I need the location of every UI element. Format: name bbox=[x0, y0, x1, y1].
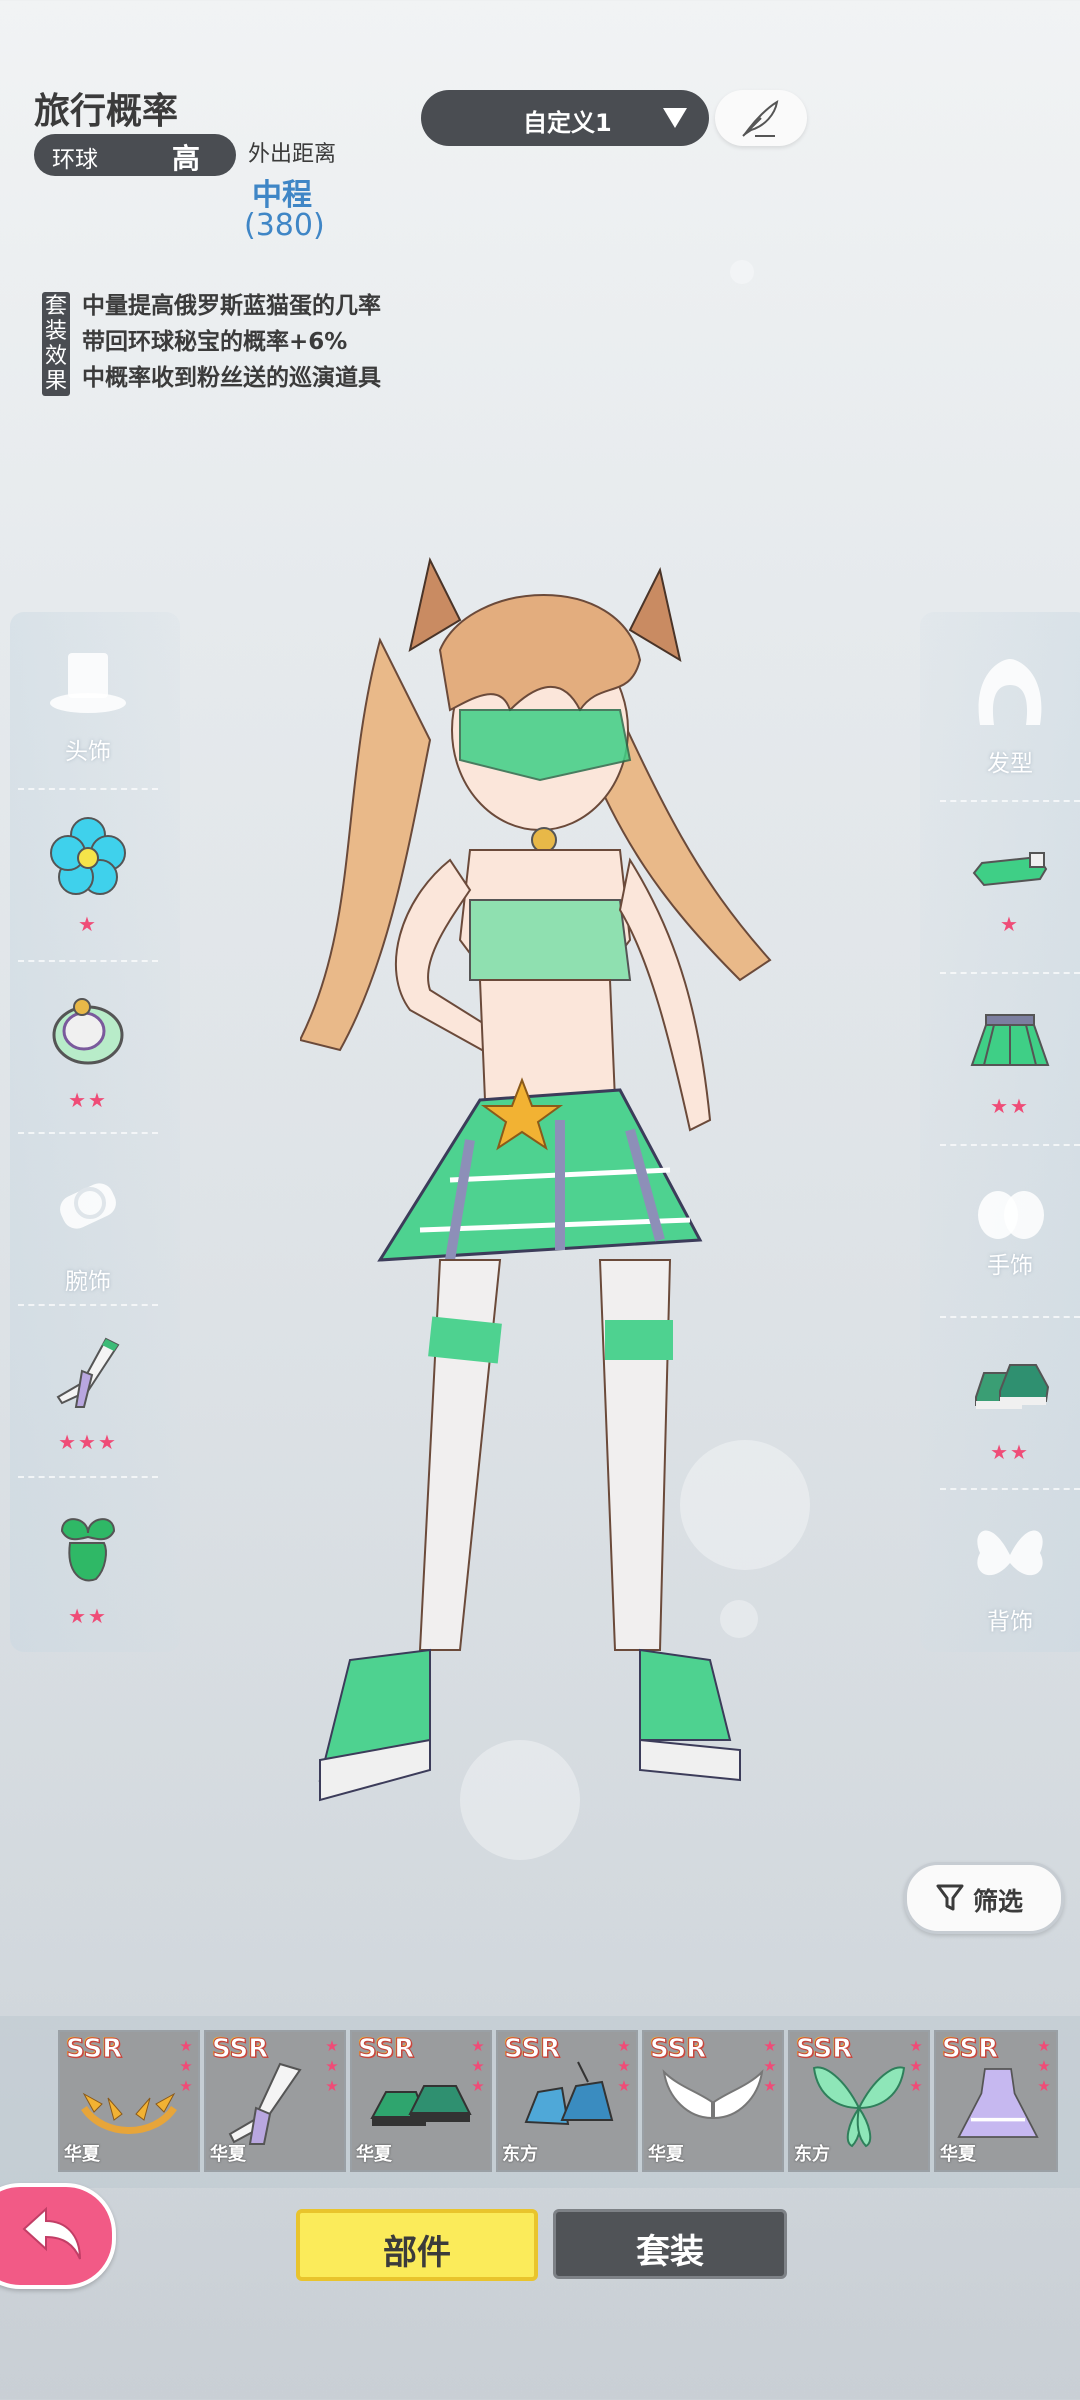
filter-button[interactable]: 筛选 bbox=[904, 1862, 1064, 1934]
effect-line: 带回环球秘宝的概率+6% bbox=[82, 329, 348, 355]
rarity-stars: ★ bbox=[78, 912, 98, 936]
slot-legwear[interactable]: ★★★ bbox=[18, 1306, 158, 1478]
tab-suits[interactable]: 套装 bbox=[553, 2209, 787, 2279]
feather-icon bbox=[742, 100, 779, 137]
blue-boots-icon bbox=[524, 2061, 614, 2126]
sneakers-icon bbox=[975, 1364, 1050, 1409]
slot-neck[interactable]: ★★ bbox=[18, 962, 158, 1134]
rename-button[interactable] bbox=[715, 90, 807, 146]
distance-label: 外出距离 bbox=[248, 142, 337, 167]
rarity-stars: ★★ bbox=[990, 1440, 1030, 1464]
slot-shoes[interactable]: ★★ bbox=[940, 1318, 1080, 1490]
effect-line: 中量提高俄罗斯蓝猫蛋的几率 bbox=[82, 293, 381, 319]
region-probability-pill: 环球 高 bbox=[34, 134, 236, 176]
preset-dropdown[interactable]: 自定义1 bbox=[421, 90, 709, 146]
slot-label: 手饰 bbox=[987, 1253, 1033, 1279]
slot-wrist[interactable]: 腕饰 bbox=[18, 1134, 158, 1306]
white-wings-icon bbox=[662, 2069, 764, 2120]
item-card[interactable]: SSR ★ ★ ★ 东方 bbox=[496, 2030, 638, 2172]
blue-flower-icon bbox=[50, 817, 126, 895]
gloves-icon bbox=[978, 1191, 1044, 1239]
hair-icon bbox=[978, 659, 1042, 725]
green-shoes-icon bbox=[370, 2085, 472, 2126]
item-card[interactable]: SSR ★ ★ ★ 华夏 bbox=[642, 2030, 784, 2172]
slot-label: 腕饰 bbox=[65, 1269, 111, 1295]
slot-hairstyle[interactable]: 发型 bbox=[940, 630, 1080, 802]
rarity-stars: ★★ bbox=[68, 1604, 108, 1628]
slot-face[interactable]: ★ bbox=[940, 802, 1080, 974]
stockings-icon bbox=[56, 1337, 120, 1408]
slot-label: 头饰 bbox=[65, 739, 111, 765]
slot-bottom[interactable]: ★★ bbox=[940, 974, 1080, 1146]
suit-effect-tag: 套装效果 bbox=[42, 292, 70, 396]
slot-headwear[interactable]: 头饰 bbox=[18, 618, 158, 790]
bokeh-bubble bbox=[730, 260, 754, 284]
region-label: 东方 bbox=[794, 2144, 830, 2165]
back-button[interactable] bbox=[0, 2183, 116, 2289]
preset-label: 自定义1 bbox=[523, 109, 612, 137]
top-hat-icon bbox=[50, 653, 126, 713]
distance-number: (380) bbox=[244, 208, 325, 243]
wings-icon bbox=[977, 1530, 1043, 1576]
region-label: 华夏 bbox=[648, 2144, 684, 2165]
item-strip[interactable]: SSR ★ ★ ★ 华夏 SSR ★ ★ ★ 华夏 SSR ★ ★ ★ 华夏 SSR ★ ★ ★ bbox=[0, 2016, 1080, 2188]
effect-line: 中概率收到粉丝送的巡演道具 bbox=[82, 365, 381, 391]
region-label: 华夏 bbox=[64, 2144, 100, 2165]
region-value: 高 bbox=[172, 142, 201, 175]
dress-icon bbox=[957, 2068, 1039, 2138]
laurel-crown-icon bbox=[81, 2092, 177, 2134]
suit-effect-tag-text: 套装效果 bbox=[44, 294, 67, 394]
item-card[interactable]: SSR ★ ★ ★ 华夏 bbox=[58, 2030, 200, 2172]
slot-hand[interactable]: 手饰 bbox=[940, 1146, 1080, 1318]
item-card[interactable]: SSR ★ ★ ★ 华夏 bbox=[350, 2030, 492, 2172]
green-bow-icon bbox=[60, 1518, 116, 1582]
region-label: 东方 bbox=[502, 2144, 538, 2165]
travel-probability-title: 旅行概率 bbox=[34, 91, 179, 132]
back-arrow-icon bbox=[22, 2206, 81, 2260]
region-label: 华夏 bbox=[940, 2144, 976, 2165]
item-card[interactable]: SSR ★ ★ ★ 东方 bbox=[788, 2030, 930, 2172]
rarity-stars: ★★★ bbox=[58, 1430, 118, 1454]
slot-accessory[interactable]: ★★ bbox=[18, 1478, 158, 1650]
rarity-stars: ★ bbox=[1000, 912, 1020, 936]
filter-label: 筛选 bbox=[973, 1887, 1024, 1916]
visor-icon bbox=[972, 852, 1048, 887]
slot-label: 发型 bbox=[987, 751, 1033, 777]
suit-effects-list: 中量提高俄罗斯蓝猫蛋的几率 带回环球秘宝的概率+6% 中概率收到粉丝送的巡演道具 bbox=[82, 288, 381, 396]
region-label: 华夏 bbox=[210, 2144, 246, 2165]
watch-icon bbox=[60, 1183, 116, 1229]
tab-parts[interactable]: 部件 bbox=[296, 2209, 538, 2281]
item-card[interactable]: SSR ★ ★ ★ 华夏 bbox=[204, 2030, 346, 2172]
green-fairy-wings-icon bbox=[812, 2066, 906, 2148]
region-label: 环球 bbox=[52, 147, 98, 173]
skirt-icon bbox=[970, 1014, 1050, 1066]
dropdown-arrow-icon bbox=[663, 108, 687, 128]
rarity-stars: ★★ bbox=[68, 1088, 108, 1112]
stocking-icon bbox=[228, 2062, 302, 2145]
slot-back[interactable]: 背饰 bbox=[940, 1490, 1080, 1662]
item-card[interactable]: SSR ★ ★ ★ 华夏 bbox=[934, 2030, 1058, 2172]
tab-parts-label: 部件 bbox=[383, 2233, 451, 2273]
region-label: 华夏 bbox=[356, 2144, 392, 2165]
rarity-stars: ★★ bbox=[990, 1094, 1030, 1118]
funnel-icon bbox=[936, 1884, 964, 1911]
slot-hair-accessory[interactable]: ★ bbox=[18, 790, 158, 962]
slot-label: 背饰 bbox=[987, 1609, 1033, 1635]
collar-bell-icon bbox=[52, 998, 124, 1065]
tab-suits-label: 套装 bbox=[636, 2232, 704, 2272]
character-model bbox=[300, 557, 772, 1802]
